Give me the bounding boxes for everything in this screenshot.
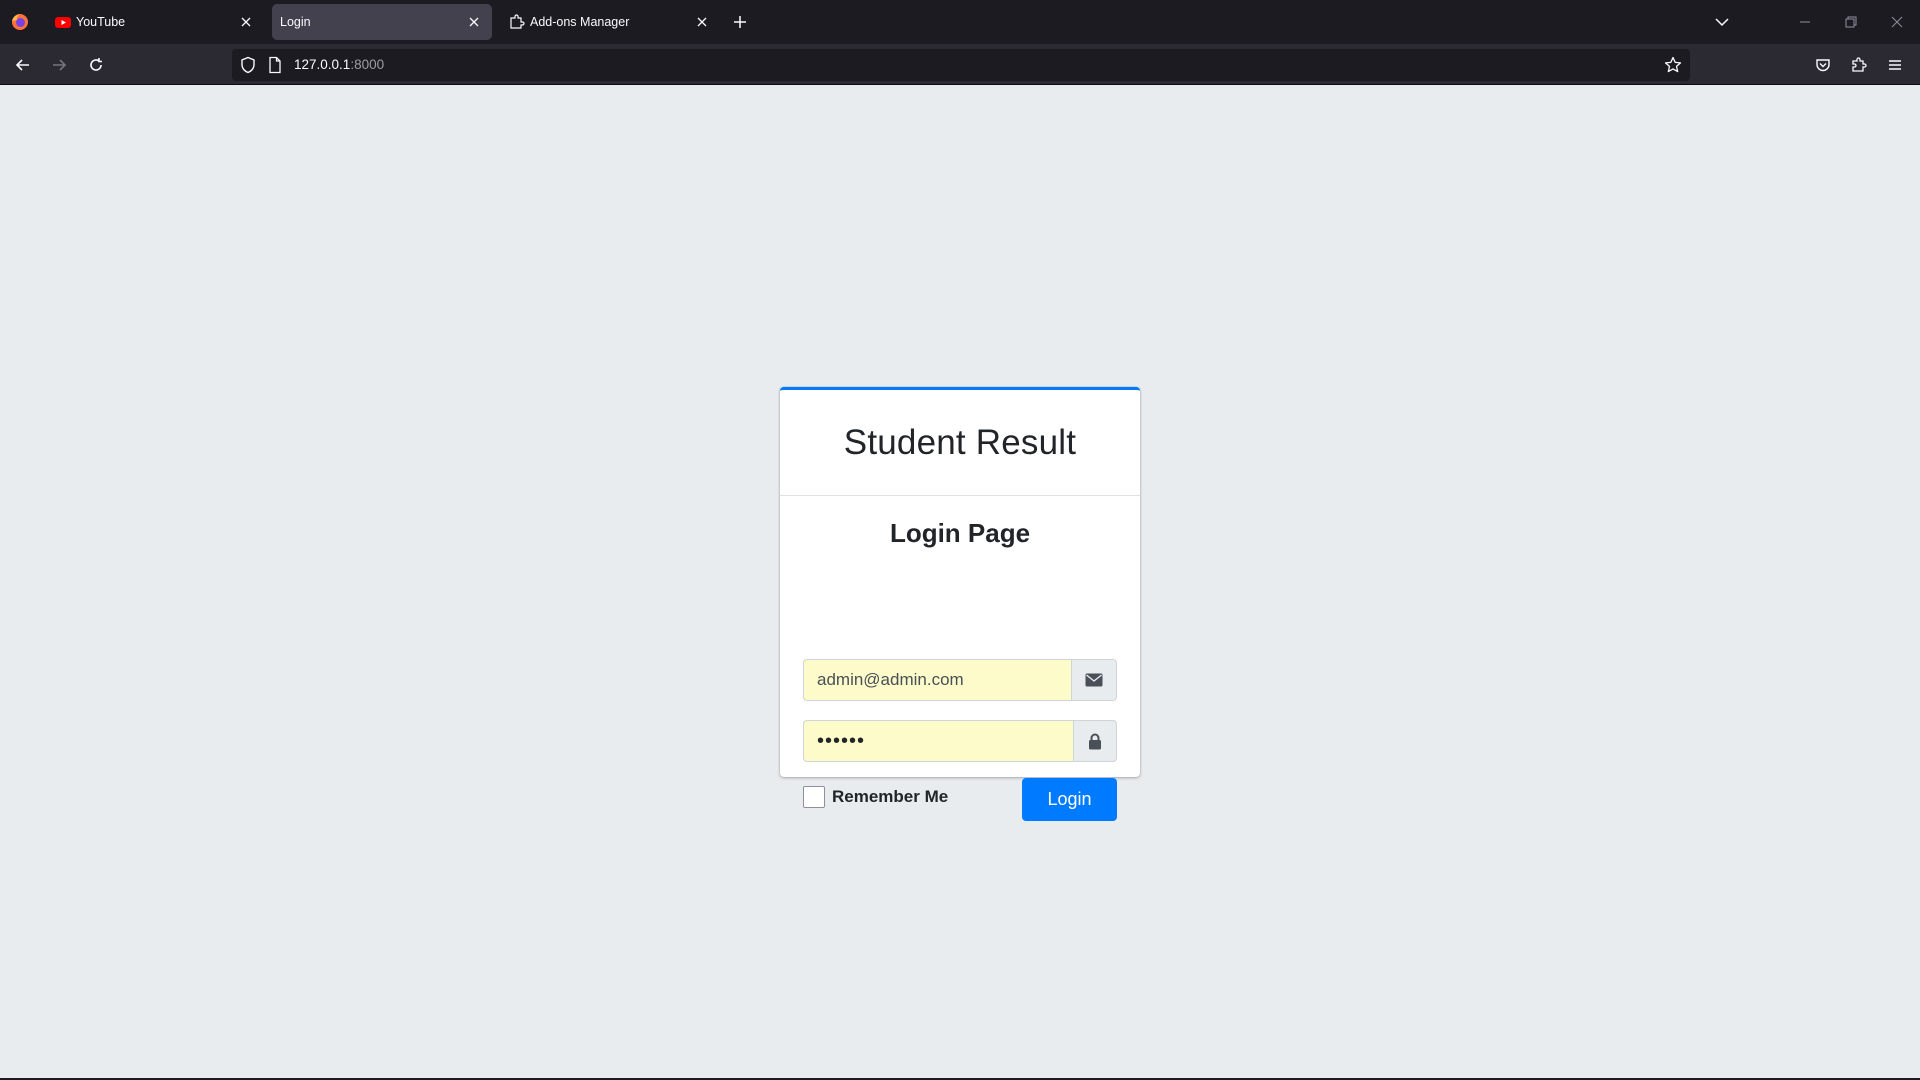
tab-login[interactable]: Login [272, 4, 492, 40]
url-bar[interactable]: 127.0.0.1:8000 [232, 49, 1690, 81]
tab-title: YouTube [76, 15, 126, 29]
firefox-icon[interactable] [10, 12, 30, 32]
email-value: admin@admin.com [817, 670, 964, 689]
bookmark-star-icon[interactable] [1664, 56, 1682, 74]
tab-bar: YouTube Login Add-ons Manager [0, 0, 1920, 44]
remember-me: Remember Me [803, 786, 948, 808]
restore-button[interactable] [1836, 8, 1866, 36]
tab-addons-manager[interactable]: Add-ons Manager [498, 4, 720, 40]
minimize-icon [1800, 21, 1810, 23]
list-all-tabs-button[interactable] [1710, 10, 1734, 34]
youtube-icon [55, 17, 71, 28]
password-field[interactable]: •••••• [803, 720, 1073, 762]
plus-icon [734, 16, 746, 28]
card-header: Student Result [780, 390, 1140, 496]
navigation-toolbar: 127.0.0.1:8000 [0, 44, 1920, 85]
close-tab-icon[interactable] [464, 12, 484, 32]
email-field[interactable]: admin@admin.com [803, 659, 1071, 701]
login-card: Student Result Login Page admin@admin.co… [780, 387, 1140, 821]
url-host: 127.0.0.1 [294, 57, 351, 72]
login-title: Login Page [889, 518, 1031, 548]
chevron-down-icon [1715, 18, 1729, 27]
puzzle-icon [1852, 57, 1867, 72]
minimize-button[interactable] [1790, 8, 1820, 36]
pocket-icon [1816, 59, 1830, 72]
url-text[interactable]: 127.0.0.1:8000 [294, 57, 384, 72]
close-tab-icon[interactable] [236, 12, 256, 32]
restore-icon [1845, 16, 1857, 28]
back-button[interactable] [9, 51, 37, 79]
brand-title[interactable]: Student Result [844, 423, 1076, 463]
tab-title: Login [280, 15, 311, 29]
password-input-group: •••••• [803, 720, 1117, 762]
email-addon [1071, 659, 1117, 701]
close-window-button[interactable] [1882, 8, 1912, 36]
forward-button[interactable] [45, 51, 73, 79]
close-icon [1891, 16, 1903, 28]
password-value: •••••• [817, 729, 866, 752]
reload-button[interactable] [82, 51, 110, 79]
remember-me-label[interactable]: Remember Me [832, 787, 948, 807]
email-input-group: admin@admin.com [803, 659, 1117, 701]
password-addon [1073, 720, 1117, 762]
new-tab-button[interactable] [728, 10, 752, 34]
close-tab-icon[interactable] [692, 12, 712, 32]
puzzle-icon [510, 14, 525, 29]
extensions-button[interactable] [1847, 53, 1871, 77]
pocket-button[interactable] [1811, 53, 1835, 77]
lock-icon [1089, 733, 1101, 749]
remember-me-checkbox[interactable] [803, 786, 825, 808]
page-viewport: Student Result Login Page admin@admin.co… [0, 85, 1920, 1078]
tab-title: Add-ons Manager [530, 15, 630, 29]
hamburger-menu-icon [1889, 60, 1901, 70]
tab-youtube[interactable]: YouTube [44, 4, 264, 40]
login-button[interactable]: Login [1022, 778, 1117, 821]
url-port: :8000 [350, 57, 385, 72]
page-icon[interactable] [268, 56, 282, 74]
arrow-right-icon [53, 59, 67, 71]
arrow-left-icon [15, 59, 29, 71]
reload-icon [90, 58, 102, 71]
shield-icon[interactable] [240, 56, 256, 74]
envelope-icon [1085, 673, 1103, 687]
app-menu-button[interactable] [1883, 53, 1907, 77]
